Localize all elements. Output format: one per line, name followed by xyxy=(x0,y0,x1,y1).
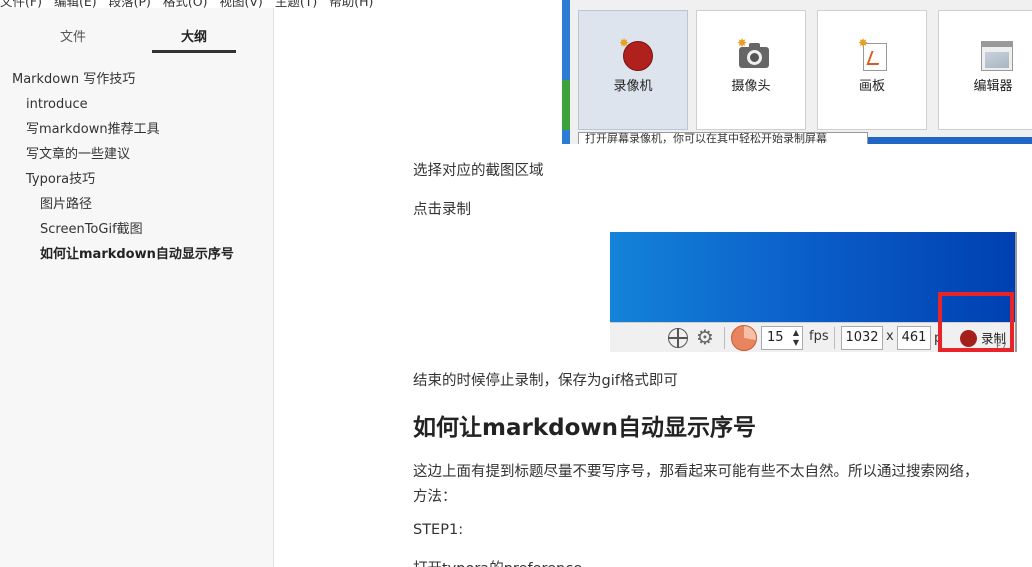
tab-files[interactable]: 文件 xyxy=(31,26,115,45)
paragraph-open-preference: 打开typora的preference xyxy=(413,557,582,567)
sidebar-tabs: 文件 大纲 xyxy=(0,20,274,54)
paragraph-step1: STEP1: xyxy=(413,522,464,538)
heading-auto-numbering: 如何让markdown自动显示序号 xyxy=(413,415,757,441)
menu-bar: 文件(F) 编辑(E) 段落(P) 格式(O) 视图(V) 主题(T) 帮助(H… xyxy=(0,0,373,9)
paragraph-select-area: 选择对应的截图区域 xyxy=(413,163,544,179)
image-right-edge xyxy=(1015,232,1017,352)
paragraph-click-record: 点击录制 xyxy=(413,202,471,218)
menu-paragraph[interactable]: 段落(P) xyxy=(109,0,151,9)
dimension-separator: x xyxy=(886,329,894,344)
outline-item-typora-tips[interactable]: Typora技巧 xyxy=(0,168,274,193)
gears-icon: ⚙ xyxy=(696,325,714,349)
outline-item-screentogif[interactable]: ScreenToGif截图 xyxy=(0,218,274,243)
toolbar-divider xyxy=(834,327,835,349)
paragraph-intro-line2: 方法： xyxy=(413,489,457,505)
fps-label: fps xyxy=(809,329,829,344)
tab-outline[interactable]: 大纲 xyxy=(152,26,236,45)
height-input: 461 xyxy=(897,326,931,350)
menu-view[interactable]: 视图(V) xyxy=(220,0,263,9)
menu-format[interactable]: 格式(O) xyxy=(163,0,208,9)
outline-item-auto-numbering[interactable]: 如何让markdown自动显示序号 xyxy=(0,243,274,268)
outline-list: Markdown 写作技巧 introduce 写markdown推荐工具 写文… xyxy=(0,68,274,268)
menu-theme[interactable]: 主题(T) xyxy=(275,0,317,9)
recorder-toolbar-image: ⚙ 15 ▲ ▼ fps 1032 x 461 p 录制 F7 xyxy=(610,232,1017,352)
fps-value: 15 xyxy=(767,330,784,345)
paragraph-stop-save-gif: 结束的时候停止录制，保存为gif格式即可 xyxy=(413,373,678,389)
width-input: 1032 xyxy=(841,326,883,350)
outline-item-recommended-tools[interactable]: 写markdown推荐工具 xyxy=(0,118,274,143)
fps-pie-icon xyxy=(731,325,757,351)
outline-item-markdown-writing-tips[interactable]: Markdown 写作技巧 xyxy=(0,68,274,93)
menu-edit[interactable]: 编辑(E) xyxy=(54,0,97,9)
sidebar: 文件 大纲 Markdown 写作技巧 introduce 写markdown推… xyxy=(0,8,274,567)
paragraph-intro-line1: 这边上面有提到标题尽量不要写序号，那看起来可能有些不太自然。所以通过搜索网络， xyxy=(413,464,979,480)
fps-input: 15 ▲ ▼ xyxy=(761,326,803,350)
toolbar-divider xyxy=(724,327,725,349)
spinner-icon: ▲ ▼ xyxy=(792,328,799,347)
outline-item-writing-suggestions[interactable]: 写文章的一些建议 xyxy=(0,143,274,168)
outline-item-image-path[interactable]: 图片路径 xyxy=(0,193,274,218)
highlight-box xyxy=(938,292,1014,352)
active-tab-indicator xyxy=(152,50,236,53)
outline-item-introduce[interactable]: introduce xyxy=(0,93,274,118)
crosshair-icon xyxy=(668,328,688,348)
menu-help[interactable]: 帮助(H) xyxy=(329,0,373,9)
menu-file[interactable]: 文件(F) xyxy=(0,0,42,9)
